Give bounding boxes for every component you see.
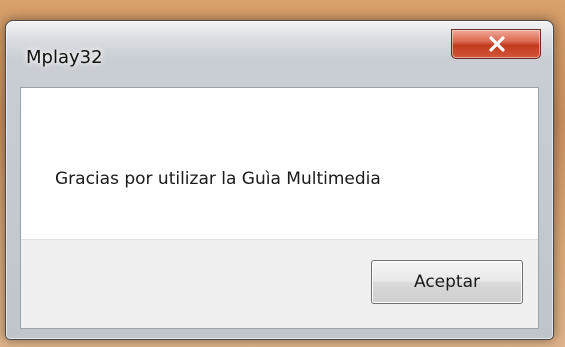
title-bar[interactable]: Mplay32: [6, 21, 553, 87]
close-button[interactable]: [451, 29, 541, 59]
accept-button[interactable]: Aceptar: [371, 260, 523, 304]
close-icon: [489, 36, 505, 52]
dialog-window: Mplay32 Gracias por utilizar la Guìa Mul…: [5, 20, 554, 340]
button-area: Aceptar: [21, 239, 538, 328]
window-title: Mplay32: [26, 47, 103, 68]
dialog-content: Gracias por utilizar la Guìa Multimedia …: [20, 87, 539, 329]
message-text: Gracias por utilizar la Guìa Multimedia: [55, 169, 381, 189]
